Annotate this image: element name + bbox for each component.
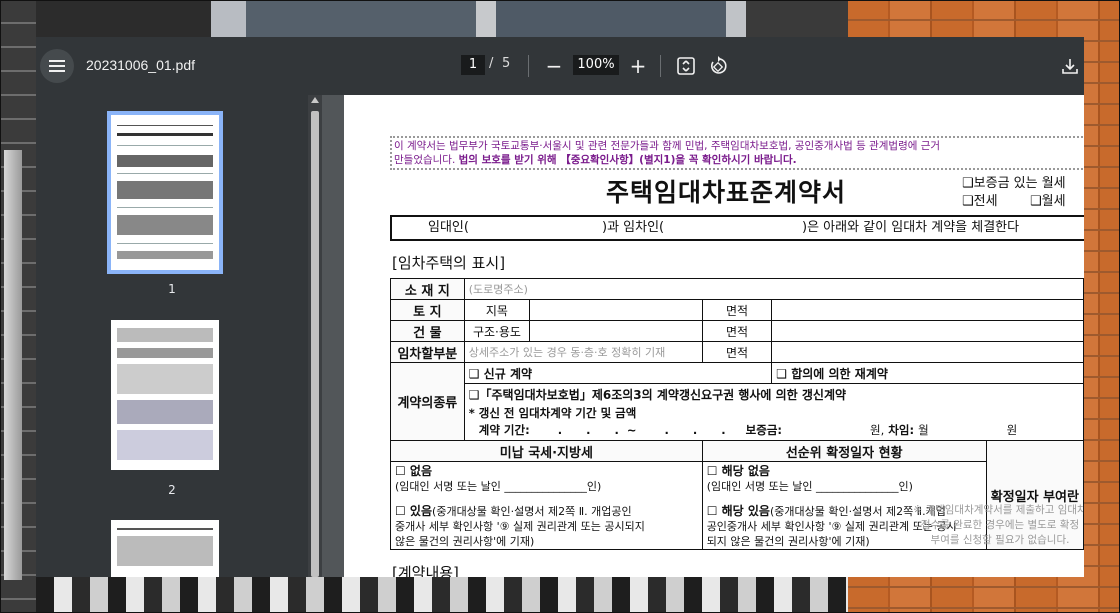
building-structure-label: 구조·용도 bbox=[463, 320, 531, 342]
contract-renew-agree-option: ❑ 합의에 의한 재계약 bbox=[771, 362, 1084, 384]
rotate-icon bbox=[710, 56, 727, 74]
download-button[interactable] bbox=[1058, 54, 1082, 78]
zoom-in-button[interactable]: + bbox=[626, 54, 650, 78]
scrollbar-thumb[interactable] bbox=[311, 111, 319, 577]
notice-line: 만들었습니다. 법의 보호를 받기 위해 【중요확인사항】(별지1)을 꼭 확인… bbox=[394, 154, 797, 166]
download-icon bbox=[1062, 59, 1078, 74]
scroll-up-arrow-icon[interactable] bbox=[311, 97, 319, 103]
viewer-toolbar: 20231006_01.pdf 1 / 5 − 100% + bbox=[36, 37, 1084, 95]
land-category-label: 지목 bbox=[463, 299, 531, 321]
file-name: 20231006_01.pdf bbox=[86, 57, 195, 73]
menu-icon bbox=[49, 60, 65, 72]
thumbnail-label: 2 bbox=[168, 483, 176, 497]
renew-details: * 갱신 전 임대차계약 기간 및 금액 계약 기간: . . . ~ . . … bbox=[463, 404, 1084, 441]
priority-none-option: ☐ 해당 없음 bbox=[706, 464, 770, 478]
toolbar-divider bbox=[660, 55, 661, 77]
leased-part-label: 임차할부분 bbox=[390, 341, 465, 363]
rotate-button[interactable] bbox=[706, 54, 730, 78]
pdf-viewer-window: 20231006_01.pdf 1 / 5 − 100% + 1 2 이 계약서… bbox=[36, 37, 1084, 577]
page-thumbnail[interactable] bbox=[111, 320, 219, 470]
address-label: 소 재 지 bbox=[390, 278, 465, 300]
building-label: 건 물 bbox=[390, 320, 465, 342]
fit-page-icon bbox=[677, 57, 695, 75]
background-post bbox=[4, 150, 22, 580]
option-monthly: ❑월세 bbox=[1030, 194, 1066, 209]
page-thumbnail[interactable] bbox=[111, 520, 219, 577]
zoom-in-icon: + bbox=[629, 54, 647, 78]
page-separator: / bbox=[489, 56, 494, 71]
contract-new-option: ❑ 신규 계약 bbox=[463, 362, 773, 384]
land-label: 토 지 bbox=[390, 299, 465, 321]
unpaid-tax-cell: ☐ 없음 (임대인 서명 또는 날인 _______________인) ☐ 있… bbox=[390, 461, 703, 550]
toolbar-divider bbox=[528, 55, 529, 77]
tax-exists-detail: 않은 물건의 권리사항'에 기재) bbox=[395, 535, 535, 548]
document-page: 이 계약서는 법무부가 국토교통부·서울시 및 관련 전문가들과 함께 민법, … bbox=[344, 95, 1084, 577]
leased-part-field: 상세주소가 있는 경우 동·층·호 정확히 기재 bbox=[463, 341, 703, 363]
document-title: 주택임대차표준계약서 bbox=[606, 178, 847, 207]
tax-exists-line: ☐ 있음(중개대상물 확인·설명서 제2쪽 Ⅱ. 개업공인 bbox=[395, 504, 632, 518]
address-field: (도로명주소) bbox=[463, 278, 1084, 300]
background-floor bbox=[36, 577, 848, 613]
leased-area-label: 면적 bbox=[701, 341, 773, 363]
menu-button[interactable] bbox=[40, 49, 74, 83]
tenant-label: )과 임차인( bbox=[602, 220, 665, 235]
land-area-field bbox=[771, 299, 1084, 321]
zoom-level-input[interactable]: 100% bbox=[573, 55, 619, 75]
renew-period-line: 계약 기간: . . . ~ . . . 보증금: 원, 차임: 월원 bbox=[478, 423, 1018, 437]
building-structure-field bbox=[529, 320, 703, 342]
parties-statement: 임대인( )과 임차인( )은 아래와 같이 임대차 계약을 체결한다 bbox=[390, 215, 1084, 241]
thumbnail-label: 1 bbox=[168, 282, 176, 296]
tax-none-option: ☐ 없음 bbox=[395, 464, 433, 478]
page-number-input[interactable]: 1 bbox=[461, 55, 485, 75]
contract-renew-right-option: ❑「주택임대차보호법」제6조의3의 계약갱신요구권 행사에 의한 갱신계약 bbox=[463, 383, 1084, 404]
contract-type-label: 계약의종류 bbox=[390, 362, 465, 441]
priority-date-header: 선순위 확정일자 현황 bbox=[701, 440, 987, 462]
section-contract-heading: [계약내용] bbox=[392, 564, 459, 577]
parties-end: )은 아래와 같이 임대차 계약을 체결한다 bbox=[802, 220, 1020, 235]
option-jeonse: ❑전세 bbox=[962, 194, 998, 209]
notice-line: 이 계약서는 법무부가 국토교통부·서울시 및 관련 전문가들과 함께 민법, … bbox=[394, 140, 941, 152]
page-thumbnail[interactable] bbox=[107, 111, 223, 274]
background-window-top bbox=[36, 0, 848, 37]
unpaid-tax-header: 미납 국세·지방세 bbox=[390, 440, 703, 462]
building-area-field bbox=[771, 320, 1084, 342]
zoom-out-button[interactable]: − bbox=[542, 54, 566, 78]
fit-page-button[interactable] bbox=[674, 54, 698, 78]
notice-box: 이 계약서는 법무부가 국토교통부·서울시 및 관련 전문가들과 함께 민법, … bbox=[390, 136, 1084, 170]
notice-important: 법의 보호를 받기 위해 【중요확인사항】(별지1)을 꼭 확인하시기 바랍니다… bbox=[458, 154, 797, 166]
building-area-label: 면적 bbox=[701, 320, 773, 342]
zoom-out-icon: − bbox=[545, 54, 563, 78]
option-deposit-monthly: ❑보증금 있는 월세 bbox=[962, 176, 1066, 191]
tax-exists-detail: 중개사 세부 확인사항 '⑨ 실제 권리관계 또는 공시되지 bbox=[395, 520, 645, 533]
leased-area-field bbox=[771, 341, 1084, 363]
fixed-date-header: 확정일자 부여란 bbox=[990, 489, 1079, 505]
priority-none-sign: (임대인 서명 또는 날인 _______________인) bbox=[706, 480, 913, 493]
landlord-label: 임대인( bbox=[428, 220, 469, 235]
land-area-label: 면적 bbox=[701, 299, 773, 321]
renew-note: * 갱신 전 임대차계약 기간 및 금액 bbox=[468, 406, 637, 420]
land-category-field bbox=[529, 299, 703, 321]
total-pages: 5 bbox=[502, 56, 511, 71]
tax-none-sign: (임대인 서명 또는 날인 _______________인) bbox=[395, 480, 602, 493]
fixed-date-note: ※ 주택임대차계약서를 제출하고 임대차 접수를 완료한 경우에는 별도로 확정… bbox=[913, 504, 1084, 546]
section-property-heading: [임차주택의 표시] bbox=[392, 254, 506, 272]
thumbnail-sidebar: 1 2 bbox=[36, 95, 308, 577]
